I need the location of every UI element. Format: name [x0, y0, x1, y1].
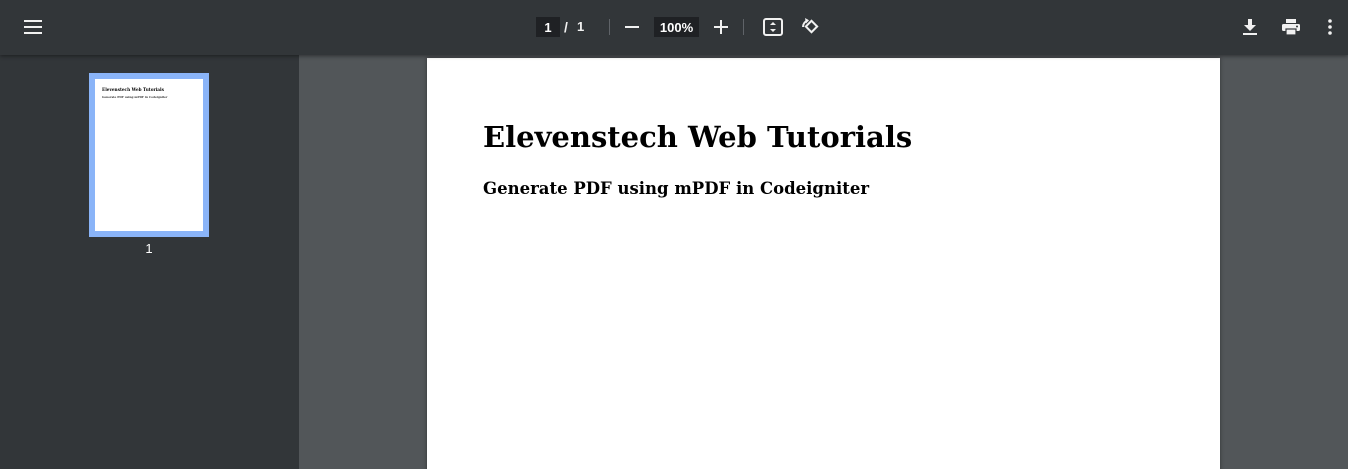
document-title: Elevenstech Web Tutorials: [483, 120, 913, 154]
document-viewer[interactable]: Elevenstech Web Tutorials Generate PDF u…: [299, 55, 1348, 469]
zoom-in-button[interactable]: [705, 11, 737, 43]
page-separator: /: [564, 19, 568, 35]
document-subtitle: Generate PDF using mPDF in Codeigniter: [483, 179, 870, 198]
toolbar-divider: [743, 19, 744, 35]
menu-icon: [24, 20, 42, 34]
minus-icon: [625, 20, 639, 34]
more-options-button[interactable]: [1314, 11, 1346, 43]
thumbnail-page: Elevenstech Web Tutorials Generate PDF u…: [95, 79, 203, 231]
page-total: 1: [577, 19, 585, 34]
page-number-input[interactable]: [536, 17, 560, 37]
download-button[interactable]: [1234, 11, 1266, 43]
more-vert-icon: [1328, 19, 1332, 35]
pdf-page: Elevenstech Web Tutorials Generate PDF u…: [427, 58, 1220, 469]
page-thumbnail[interactable]: Elevenstech Web Tutorials Generate PDF u…: [89, 73, 209, 237]
thumbnail-subtitle: Generate PDF using mPDF in Codeigniter: [102, 95, 168, 99]
thumbnail-title: Elevenstech Web Tutorials: [102, 87, 164, 92]
fit-to-page-button[interactable]: [757, 11, 789, 43]
menu-button[interactable]: [17, 11, 49, 43]
rotate-counterclockwise-icon: [800, 17, 820, 37]
toolbar: / 1: [0, 0, 1348, 55]
print-icon: [1282, 19, 1300, 35]
plus-icon: [714, 20, 728, 34]
rotate-button[interactable]: [794, 11, 826, 43]
fit-to-page-icon: [763, 18, 783, 36]
thumbnail-page-number: 1: [145, 241, 153, 256]
print-button[interactable]: [1275, 11, 1307, 43]
toolbar-divider: [609, 19, 610, 35]
thumbnail-sidebar: Elevenstech Web Tutorials Generate PDF u…: [0, 55, 299, 469]
pdf-viewer: / 1: [0, 0, 1348, 469]
zoom-input[interactable]: [654, 17, 699, 37]
zoom-out-button[interactable]: [616, 11, 648, 43]
download-icon: [1243, 19, 1257, 35]
